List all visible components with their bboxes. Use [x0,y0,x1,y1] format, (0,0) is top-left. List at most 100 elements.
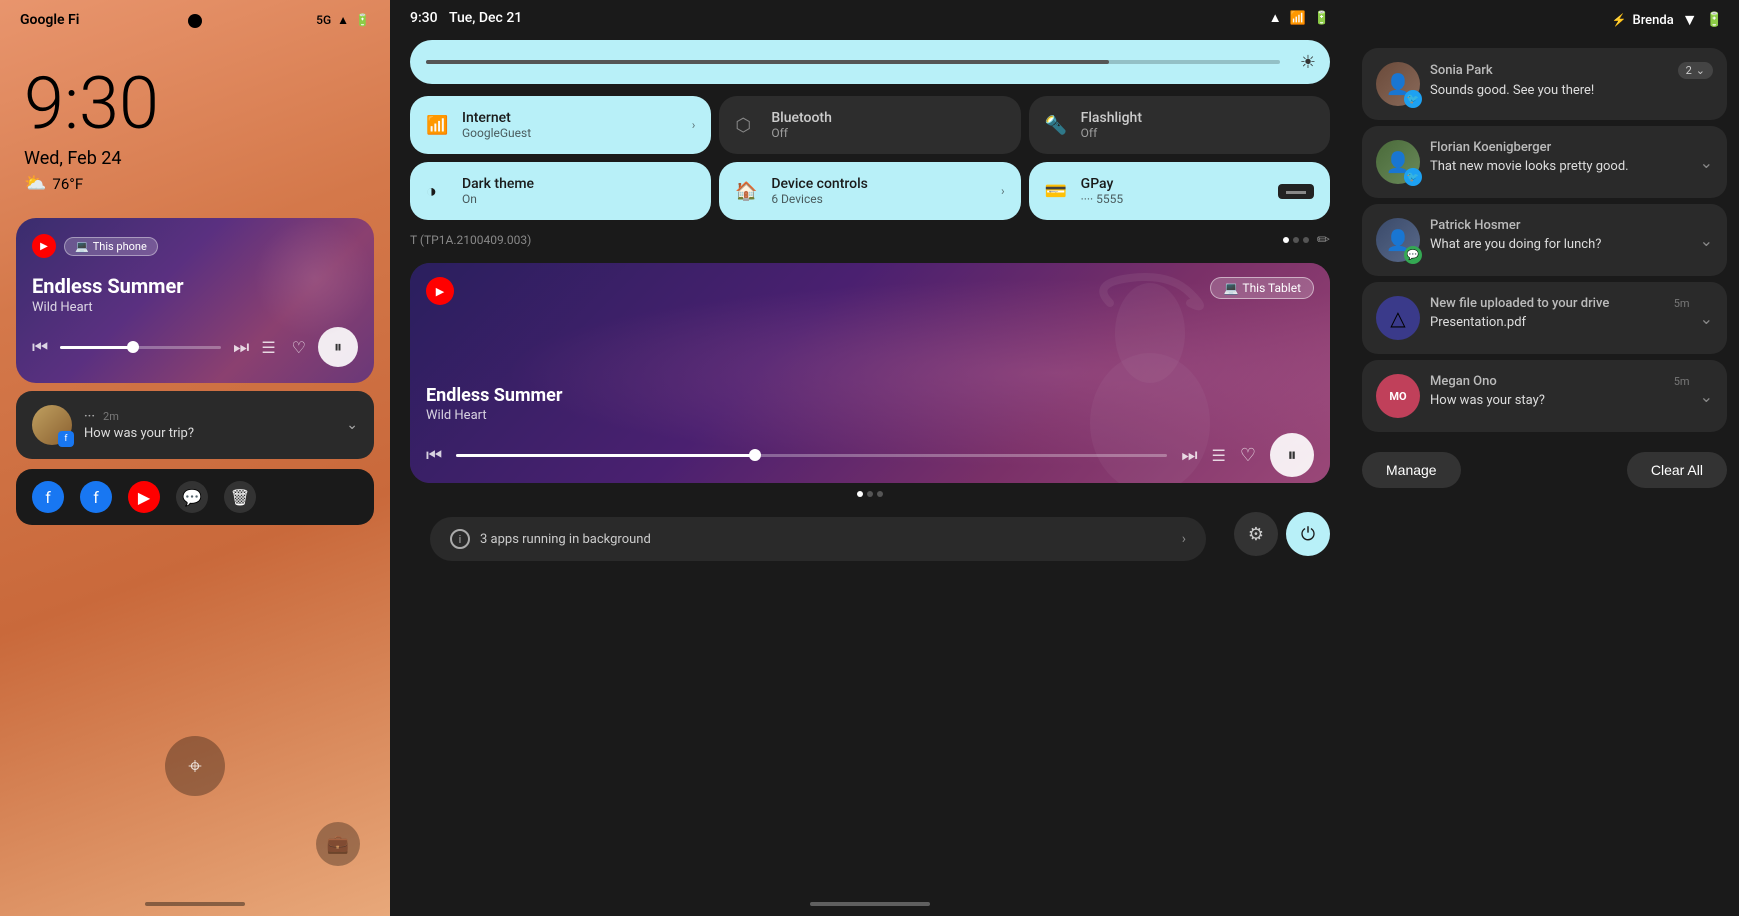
tablet-badge-label: This Tablet [1242,281,1301,295]
badge-chevron-icon: ⌄ [1696,64,1705,77]
gpay-content: GPay ···· 5555 [1081,176,1124,206]
sender-name: ··· [84,409,95,424]
phone-music-widget[interactable]: ▶ 💻 This phone Endless Summer Wild Heart… [16,218,374,383]
music-progress-fill [60,346,132,349]
heart-icon[interactable]: ♡ [292,338,306,357]
messages-icon[interactable]: 💬 [176,481,208,513]
qs-queue-icon[interactable]: ☰ [1212,446,1226,465]
patrick-expand-button[interactable]: ⌄ [1700,231,1713,250]
qs-progress-dot [749,449,761,461]
edit-icon[interactable]: ✏ [1317,230,1330,249]
patrick-name: Patrick Hosmer [1430,218,1520,233]
internet-tile[interactable]: 📶 Internet GoogleGuest › [410,96,711,154]
wallet-icon: 💼 [327,834,349,855]
info-icon: i [450,529,470,549]
next-track-button[interactable]: ⏭ [233,337,249,358]
qs-music-player[interactable]: ▶ 💻 This Tablet Endless Summer Wild Hear… [410,263,1330,483]
music-dot-1 [857,491,863,497]
notification-card-sonia[interactable]: 👤 🐦 Sonia Park 2 ⌄ Sounds good. See you … [1362,48,1727,120]
facebook-icon[interactable]: f [32,481,64,513]
megan-header: Megan Ono 5m [1430,374,1690,389]
notification-actions: Manage Clear All [1350,440,1739,488]
dark-theme-label: Dark theme [462,176,534,192]
tablet-badge-icon: 💻 [1223,281,1238,295]
device-version-label: T (TP1A.2100409.003) [410,233,531,247]
brightness-slider[interactable]: ☀ [410,40,1330,84]
florian-twitter-badge: 🐦 [1404,168,1422,186]
device-controls-tile[interactable]: 🏠 Device controls 6 Devices › [719,162,1020,220]
megan-notification-card[interactable]: MO Megan Ono 5m How was your stay? ⌄ [1362,360,1727,432]
youtube-icon[interactable]: ▶ [128,481,160,513]
qs-signal-icon: ▲ [1269,10,1282,26]
user-info: ⚡ Brenda [1612,13,1674,28]
prev-track-button[interactable]: ⏮ [32,337,48,358]
manage-button[interactable]: Manage [1362,452,1461,488]
quick-settings-panel: 9:30 Tue, Dec 21 ▲ 📶 🔋 ☀ 📶 Internet Goog… [390,0,1350,916]
megan-message: How was your stay? [1430,393,1690,408]
notification-card-patrick[interactable]: 👤 💬 Patrick Hosmer What are you doing fo… [1362,204,1727,276]
internet-tile-content: Internet GoogleGuest [462,110,531,140]
music-progress-bar[interactable] [60,346,221,349]
megan-initials: MO [1389,390,1406,403]
qs-time-date: 9:30 Tue, Dec 21 [410,10,522,26]
gpay-tile[interactable]: 💳 GPay ···· 5555 ▬▬ [1029,162,1330,220]
username-label: Brenda [1633,13,1674,28]
qs-heart-icon[interactable]: ♡ [1240,445,1256,466]
bg-apps-label: 3 apps running in background [480,532,1172,547]
qs-tiles-row2: ◑ Dark theme On 🏠 Device controls 6 Devi… [390,154,1350,220]
qs-play-pause-button[interactable]: ⏸ [1270,433,1314,477]
facebook-messenger-icon[interactable]: f [80,481,112,513]
notifications-panel: ⚡ Brenda ▼ 🔋 👤 🐦 Sonia Park 2 ⌄ Sounds g… [1350,0,1739,916]
megan-name: Megan Ono [1430,374,1497,389]
internet-icon: 📶 [426,115,450,136]
qs-next-button[interactable]: ⏭ [1181,445,1197,466]
flashlight-tile[interactable]: 🔦 Flashlight Off [1029,96,1330,154]
dark-theme-icon: ◑ [426,181,450,202]
brightness-fill [426,60,1109,64]
notification-card-florian[interactable]: 👤 🐦 Florian Koenigberger That new movie … [1362,126,1727,198]
phone-notification-widget[interactable]: f ··· 2m How was your trip? ⌄ [16,391,374,459]
clear-all-button[interactable]: Clear All [1627,452,1727,488]
queue-icon[interactable]: ☰ [261,338,275,357]
flashlight-label: Flashlight [1081,110,1142,126]
drive-notification-card[interactable]: △ New file uploaded to your drive 5m Pre… [1362,282,1727,354]
qs-wifi-icon: 📶 [1290,11,1306,26]
notification-list: 👤 🐦 Sonia Park 2 ⌄ Sounds good. See you … [1350,40,1739,440]
notification-header: ··· 2m [84,409,334,424]
power-button[interactable]: ⏻ [1286,512,1330,556]
megan-expand-button[interactable]: ⌄ [1700,387,1713,406]
trash-icon[interactable]: 🗑 [224,481,256,513]
music-action-buttons: ☰ ♡ [261,338,306,357]
phone-weather: ⛅ 76°F [0,169,390,194]
qs-progress-fill [456,454,755,457]
brightness-icon: ☀ [1300,52,1316,73]
brightness-control[interactable]: ☀ [410,40,1330,84]
phone-lock-screen: Google Fi 5G ▲ 🔋 9:30 Wed, Feb 24 ⛅ 76°F… [0,0,390,916]
this-phone-badge: 💻 This phone [64,237,158,256]
megan-time: 5m [1674,375,1690,388]
dark-theme-content: Dark theme On [462,176,534,206]
sonia-name: Sonia Park [1430,63,1493,78]
notification-message: How was your trip? [84,426,334,441]
fingerprint-icon: ⌖ [188,752,202,780]
drive-icon: △ [1376,296,1420,340]
wallet-button[interactable]: 💼 [316,822,360,866]
florian-expand-button[interactable]: ⌄ [1700,153,1713,172]
florian-header: Florian Koenigberger [1430,140,1690,155]
internet-label: Internet [462,110,531,126]
expand-notification-button[interactable]: ⌄ [346,417,358,433]
music-dot-3 [877,491,883,497]
dark-theme-tile[interactable]: ◑ Dark theme On [410,162,711,220]
settings-button[interactable]: ⚙ [1234,512,1278,556]
network-label: 5G [316,13,331,27]
flashlight-icon: 🔦 [1045,115,1069,136]
fingerprint-button[interactable]: ⌖ [165,736,225,796]
qs-progress-bar[interactable] [456,454,1167,457]
badge-count: 2 [1686,64,1692,77]
status-icons: 5G ▲ 🔋 [316,13,370,27]
qs-prev-button[interactable]: ⏮ [426,445,442,466]
bluetooth-tile[interactable]: ⬡ Bluetooth Off [719,96,1020,154]
background-apps-bar[interactable]: i 3 apps running in background › [430,517,1206,561]
megan-avatar: MO [1376,374,1420,418]
drive-expand-button[interactable]: ⌄ [1700,309,1713,328]
